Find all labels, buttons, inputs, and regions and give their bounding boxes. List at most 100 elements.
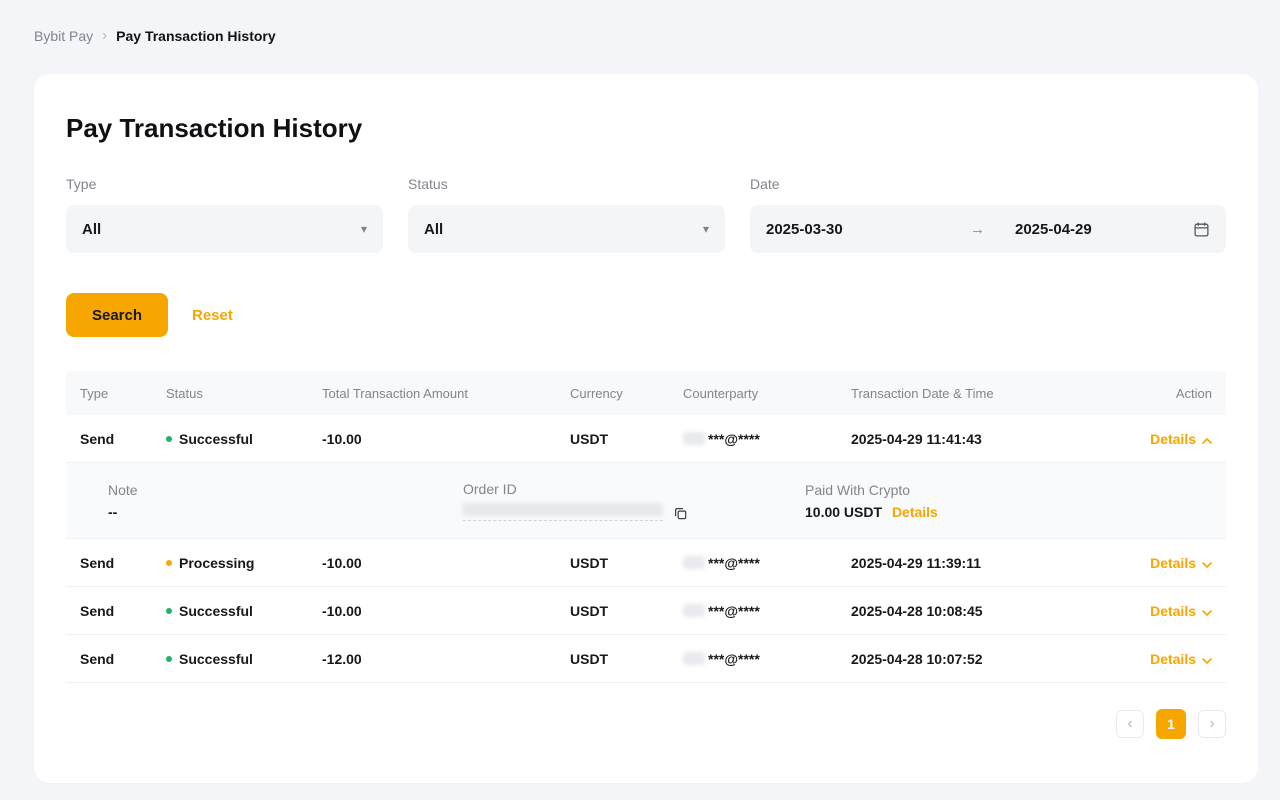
breadcrumb: Bybit Pay › Pay Transaction History xyxy=(0,0,1280,46)
status-filter: Status All ▾ xyxy=(408,176,725,253)
cell-datetime: 2025-04-28 10:07:52 xyxy=(851,651,1102,667)
filters-row: Type All ▾ Status All ▾ Date 2025-03-30 … xyxy=(66,176,1226,253)
status-dot xyxy=(166,656,172,662)
table-row: Send Successful -10.00 USDT ***@**** 202… xyxy=(66,587,1226,635)
header-amount: Total Transaction Amount xyxy=(322,386,570,401)
cell-amount: -12.00 xyxy=(322,651,570,667)
redacted-counterparty xyxy=(683,556,705,569)
cell-amount: -10.00 xyxy=(322,603,570,619)
chevron-down-icon xyxy=(1202,555,1212,571)
cell-currency: USDT xyxy=(570,603,683,619)
header-type: Type xyxy=(80,386,166,401)
order-id-label: Order ID xyxy=(463,481,805,497)
type-filter: Type All ▾ xyxy=(66,176,383,253)
status-dot xyxy=(166,436,172,442)
details-toggle[interactable]: Details xyxy=(1150,651,1212,667)
detail-note: Note -- xyxy=(108,482,463,520)
cell-type: Send xyxy=(80,603,166,619)
calendar-icon xyxy=(1193,221,1210,238)
detail-order-id: Order ID xyxy=(463,481,805,521)
date-filter: Date 2025-03-30 → 2025-04-29 xyxy=(750,176,1226,253)
copy-icon[interactable] xyxy=(673,506,688,521)
pagination-page-1[interactable]: 1 xyxy=(1156,709,1186,739)
header-action: Action xyxy=(1102,386,1212,401)
status-select[interactable]: All ▾ xyxy=(408,205,725,253)
filter-actions: Search Reset xyxy=(66,293,1226,337)
cell-currency: USDT xyxy=(570,651,683,667)
cell-status: Successful xyxy=(166,651,322,667)
paid-label: Paid With Crypto xyxy=(805,482,1212,498)
cell-currency: USDT xyxy=(570,555,683,571)
type-select[interactable]: All ▾ xyxy=(66,205,383,253)
header-currency: Currency xyxy=(570,386,683,401)
cell-counterparty: ***@**** xyxy=(683,651,851,667)
chevron-down-icon xyxy=(1202,603,1212,619)
cell-status: Successful xyxy=(166,603,322,619)
status-text: Successful xyxy=(179,603,253,619)
status-select-value: All xyxy=(424,221,443,238)
breadcrumb-separator-icon: › xyxy=(102,26,107,46)
header-counterparty: Counterparty xyxy=(683,386,851,401)
transactions-table: Type Status Total Transaction Amount Cur… xyxy=(66,371,1226,683)
date-start-value: 2025-03-30 xyxy=(766,221,970,238)
type-filter-label: Type xyxy=(66,176,383,192)
cell-status: Successful xyxy=(166,431,322,447)
search-button[interactable]: Search xyxy=(66,293,168,337)
table-row: Send Successful -10.00 USDT ***@**** 202… xyxy=(66,415,1226,463)
date-range-arrow-icon: → xyxy=(970,221,985,238)
status-filter-label: Status xyxy=(408,176,725,192)
redacted-counterparty xyxy=(683,432,705,445)
cell-type: Send xyxy=(80,555,166,571)
breadcrumb-current: Pay Transaction History xyxy=(116,26,276,46)
cell-counterparty: ***@**** xyxy=(683,555,851,571)
cell-counterparty: ***@**** xyxy=(683,603,851,619)
reset-button[interactable]: Reset xyxy=(182,307,243,324)
date-filter-label: Date xyxy=(750,176,1226,192)
cell-currency: USDT xyxy=(570,431,683,447)
paid-details-link[interactable]: Details xyxy=(892,504,938,520)
status-dot xyxy=(166,608,172,614)
table-row: Send Successful -12.00 USDT ***@**** 202… xyxy=(66,635,1226,683)
details-toggle[interactable]: Details xyxy=(1150,603,1212,619)
chevron-up-icon xyxy=(1202,431,1212,447)
type-select-value: All xyxy=(82,221,101,238)
status-text: Processing xyxy=(179,555,254,571)
status-text: Successful xyxy=(179,651,253,667)
pagination-prev-button[interactable]: ‹ xyxy=(1116,710,1144,738)
detail-paid-with-crypto: Paid With Crypto 10.00 USDT Details xyxy=(805,482,1212,520)
cell-datetime: 2025-04-29 11:39:11 xyxy=(851,555,1102,571)
cell-amount: -10.00 xyxy=(322,555,570,571)
header-datetime: Transaction Date & Time xyxy=(851,386,1102,401)
date-range-input[interactable]: 2025-03-30 → 2025-04-29 xyxy=(750,205,1226,253)
cell-status: Processing xyxy=(166,555,322,571)
chevron-down-icon: ▾ xyxy=(703,222,709,236)
redacted-order-id xyxy=(463,503,663,521)
redacted-counterparty xyxy=(683,604,705,617)
paid-amount: 10.00 USDT xyxy=(805,504,882,520)
details-toggle[interactable]: Details xyxy=(1150,555,1212,571)
cell-datetime: 2025-04-29 11:41:43 xyxy=(851,431,1102,447)
cell-counterparty: ***@**** xyxy=(683,431,851,447)
cell-type: Send xyxy=(80,651,166,667)
page-title: Pay Transaction History xyxy=(66,74,1226,144)
status-text: Successful xyxy=(179,431,253,447)
note-label: Note xyxy=(108,482,463,498)
chevron-down-icon xyxy=(1202,651,1212,667)
redacted-counterparty xyxy=(683,652,705,665)
pagination: ‹ 1 › xyxy=(66,709,1226,739)
pagination-next-button[interactable]: › xyxy=(1198,710,1226,738)
cell-amount: -10.00 xyxy=(322,431,570,447)
details-toggle[interactable]: Details xyxy=(1150,431,1212,447)
header-status: Status xyxy=(166,386,322,401)
cell-type: Send xyxy=(80,431,166,447)
date-end-value: 2025-04-29 xyxy=(1015,221,1193,238)
table-header-row: Type Status Total Transaction Amount Cur… xyxy=(66,371,1226,415)
pay-history-card: Pay Transaction History Type All ▾ Statu… xyxy=(34,74,1258,783)
row-detail-panel: Note -- Order ID Paid With Crypto xyxy=(66,463,1226,539)
breadcrumb-parent-link[interactable]: Bybit Pay xyxy=(34,26,93,46)
note-value: -- xyxy=(108,504,463,520)
table-row: Send Processing -10.00 USDT ***@**** 202… xyxy=(66,539,1226,587)
chevron-down-icon: ▾ xyxy=(361,222,367,236)
cell-datetime: 2025-04-28 10:08:45 xyxy=(851,603,1102,619)
status-dot xyxy=(166,560,172,566)
